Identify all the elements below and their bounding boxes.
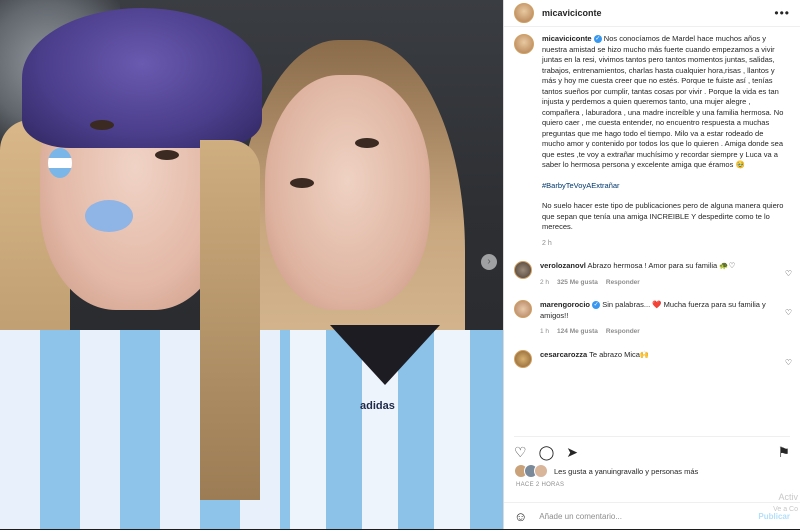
eye bbox=[155, 150, 179, 160]
comment-likes[interactable]: 124 Me gusta bbox=[557, 327, 598, 338]
hair-left-side bbox=[200, 140, 260, 500]
heart-icon[interactable]: ♡ bbox=[514, 445, 527, 459]
verified-icon: ✓ bbox=[593, 35, 602, 44]
comments-list[interactable]: micaviciconte ✓ Nos conocíamos de Mardel… bbox=[514, 34, 794, 434]
comment-username[interactable]: verolozanovl bbox=[540, 261, 586, 270]
avatar[interactable] bbox=[514, 349, 532, 368]
comment-item: cesarcarozza Te abrazo Mica🙌 ♡ bbox=[514, 349, 794, 368]
post-time-ago: HACE 2 HORAS bbox=[516, 482, 565, 488]
reply-button[interactable]: Responder bbox=[606, 278, 640, 289]
add-comment-bar: ☺ Añade un comentario... Publicar bbox=[504, 502, 800, 530]
send-icon[interactable]: ➤ bbox=[566, 445, 578, 459]
caption-text-2: No suelo hacer este tipo de publicacione… bbox=[542, 201, 784, 231]
avatar[interactable] bbox=[514, 261, 532, 279]
hashtag-link[interactable]: #BarbyTeVoyAExtrañar bbox=[542, 181, 787, 192]
comment-time: 2 h bbox=[540, 278, 550, 286]
face-right bbox=[265, 75, 430, 310]
eye bbox=[355, 138, 379, 148]
heart-icon[interactable]: ♡ bbox=[785, 269, 792, 278]
comment-username[interactable]: marengorocio bbox=[540, 300, 590, 309]
caption-body: micaviciconte ✓ Nos conocíamos de Mardel… bbox=[542, 34, 787, 249]
windows-activation-title: Activ bbox=[778, 492, 798, 502]
comment-time: 1 h bbox=[540, 328, 550, 335]
comment-likes[interactable]: 325 Me gusta bbox=[557, 278, 598, 289]
more-icon[interactable]: ••• bbox=[774, 6, 790, 20]
eye bbox=[90, 120, 114, 130]
comment-body: marengorocio ✓ Sin palabras... ❤️ Mucha … bbox=[540, 300, 780, 338]
avatar[interactable] bbox=[514, 34, 534, 54]
caption: micaviciconte ✓ Nos conocíamos de Mardel… bbox=[514, 34, 794, 249]
post-photo[interactable]: adidas › bbox=[0, 0, 503, 529]
verified-icon: ✓ bbox=[592, 301, 601, 310]
comment-username[interactable]: cesarcarozza bbox=[540, 350, 587, 359]
comment-item: marengorocio ✓ Sin palabras... ❤️ Mucha … bbox=[514, 300, 794, 338]
heart-icon[interactable]: ♡ bbox=[785, 358, 792, 367]
blue-lips bbox=[85, 200, 133, 232]
post-header: micaviciconte ••• bbox=[504, 0, 800, 27]
comment-icon[interactable]: ◯ bbox=[539, 445, 555, 459]
caption-text: Nos conocíamos de Mardel hace muchos año… bbox=[542, 34, 784, 169]
comment-body: verolozanovl Abrazo hermosa ! Amor para … bbox=[540, 261, 780, 288]
comment-body: cesarcarozza Te abrazo Mica🙌 bbox=[540, 350, 780, 368]
knit-hat bbox=[22, 8, 262, 148]
header-username[interactable]: micaviciconte bbox=[542, 8, 602, 18]
likes-summary[interactable]: Les gusta a yanuingravallo y personas má… bbox=[514, 464, 790, 478]
emoji-icon[interactable]: ☺ bbox=[514, 509, 527, 524]
bookmark-icon[interactable]: ⚑ bbox=[777, 445, 790, 459]
publish-button[interactable]: Publicar bbox=[758, 512, 790, 521]
comment-input[interactable]: Añade un comentario... bbox=[539, 512, 622, 521]
windows-activation-subtitle: Ve a Co bbox=[773, 506, 798, 513]
heart-icon[interactable]: ♡ bbox=[785, 308, 792, 317]
carousel-next-icon[interactable]: › bbox=[481, 254, 497, 270]
avatar[interactable] bbox=[514, 300, 532, 318]
caption-username[interactable]: micaviciconte bbox=[542, 34, 592, 43]
comment-text: Abrazo hermosa ! Amor para su familia 🐢♡ bbox=[587, 261, 736, 270]
liked-by-text: Les gusta a yanuingravallo y personas má… bbox=[554, 466, 699, 476]
post-side-panel: micaviciconte ••• micaviciconte ✓ Nos co… bbox=[503, 0, 800, 529]
comment-item: verolozanovl Abrazo hermosa ! Amor para … bbox=[514, 261, 794, 288]
eye bbox=[290, 178, 314, 188]
caption-time: 2 h bbox=[542, 239, 552, 247]
cheek-flag-paint bbox=[48, 148, 72, 178]
avatar[interactable] bbox=[514, 3, 534, 23]
adidas-logo: adidas bbox=[360, 400, 395, 412]
avatar bbox=[534, 464, 548, 478]
action-bar: ♡ ◯ ➤ ⚑ bbox=[514, 436, 790, 463]
reply-button[interactable]: Responder bbox=[606, 327, 640, 338]
comment-text: Te abrazo Mica🙌 bbox=[589, 349, 650, 359]
